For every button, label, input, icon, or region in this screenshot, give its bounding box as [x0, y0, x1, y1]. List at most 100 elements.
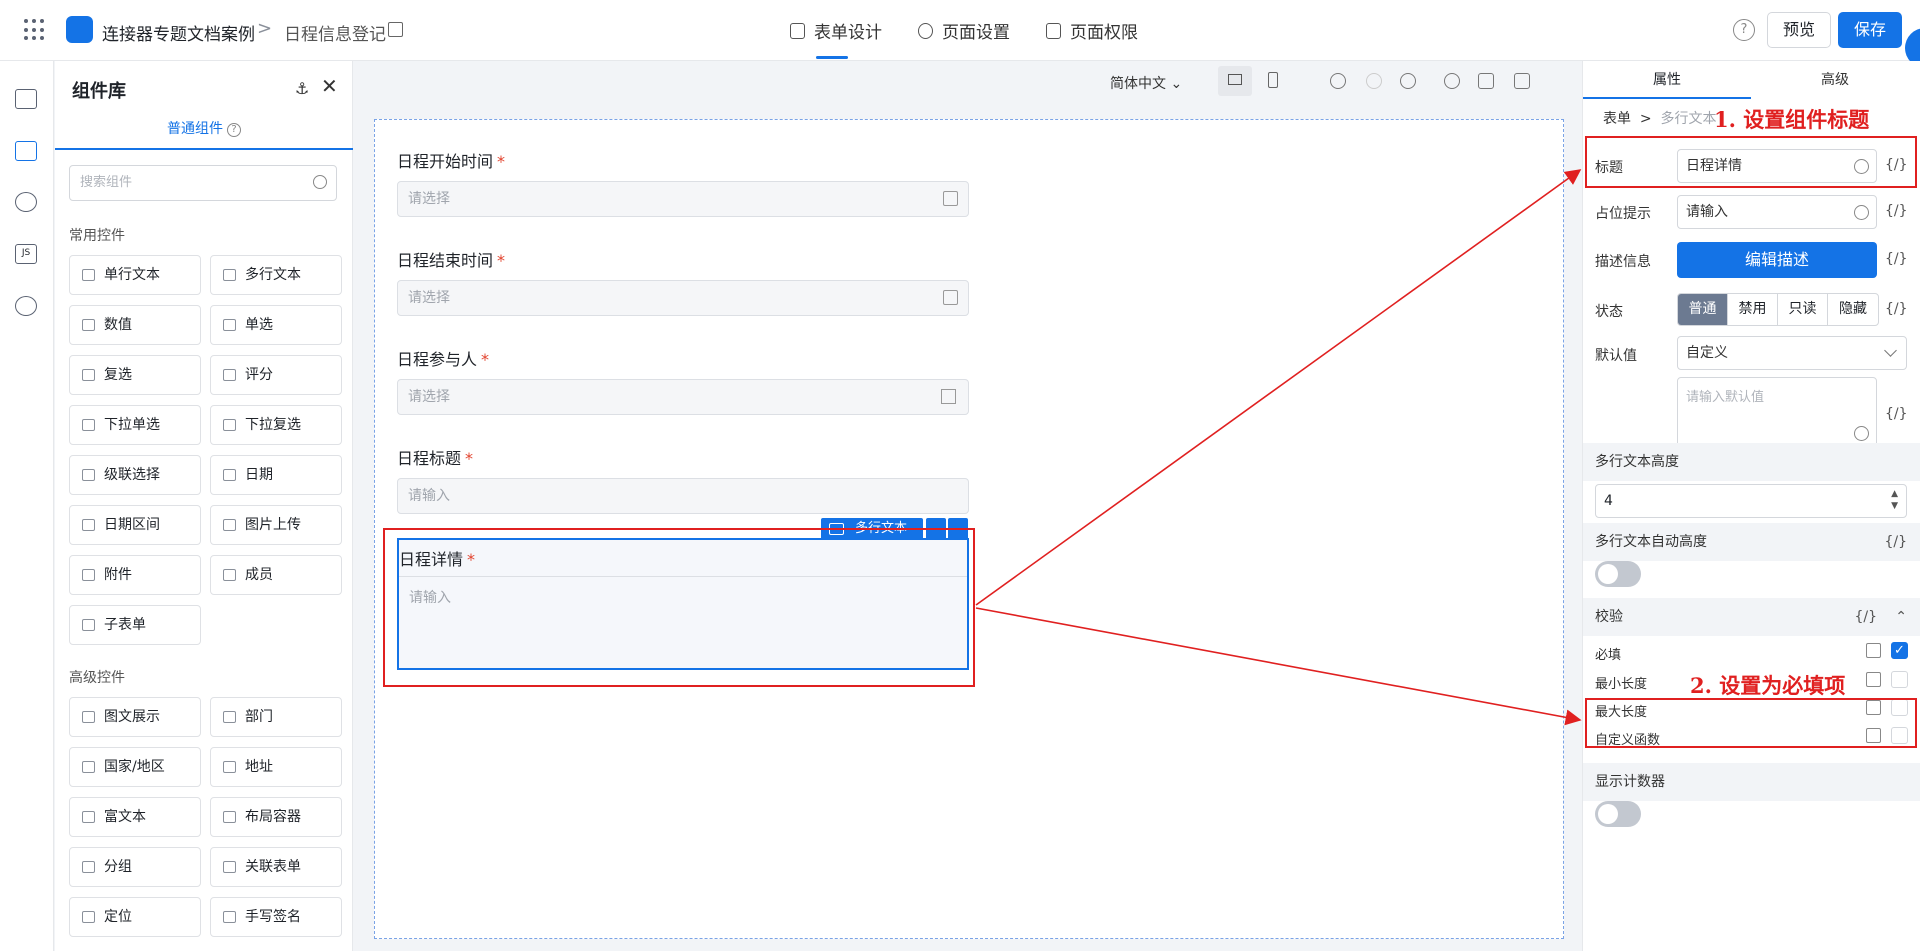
max-length-checkbox[interactable]	[1891, 699, 1908, 716]
globe-icon[interactable]	[15, 296, 37, 316]
component-item[interactable]: 单选	[210, 305, 342, 345]
outline-icon[interactable]	[15, 89, 37, 109]
min-length-checkbox[interactable]	[1891, 671, 1908, 688]
tab-common-components[interactable]: 普通组件?	[55, 118, 353, 150]
state-hidden[interactable]: 隐藏	[1828, 294, 1878, 325]
title-field[interactable]: 日程详情	[1677, 149, 1877, 183]
tab-properties[interactable]: 属性	[1583, 61, 1751, 99]
tab-page-permissions[interactable]: 页面权限	[1046, 0, 1138, 61]
app-name[interactable]: 连接器专题文档案例	[102, 20, 255, 45]
edit-description-button[interactable]: 编辑描述	[1677, 242, 1877, 278]
component-item[interactable]: 日期	[210, 455, 342, 495]
placeholder-field[interactable]: 请输入	[1677, 195, 1877, 229]
component-item[interactable]: 数值	[69, 305, 201, 345]
component-type-icon	[82, 861, 95, 873]
state-normal[interactable]: 普通	[1678, 294, 1728, 325]
custom-function-checkbox[interactable]	[1891, 727, 1908, 744]
mobile-view-button[interactable]	[1256, 66, 1290, 96]
component-item[interactable]: 多行文本	[210, 255, 342, 295]
component-item[interactable]: 国家/地区	[69, 747, 201, 787]
tab-advanced[interactable]: 高级	[1751, 61, 1919, 99]
variable-icon[interactable]: {/}	[1885, 406, 1908, 422]
counter-toggle[interactable]	[1595, 801, 1641, 827]
component-item[interactable]: 部门	[210, 697, 342, 737]
textarea-height-stepper[interactable]: 4 ▲ ▼	[1595, 484, 1907, 518]
variable-icon[interactable]: {/}	[1884, 523, 1907, 561]
component-item[interactable]: 成员	[210, 555, 342, 595]
state-readonly[interactable]: 只读	[1778, 294, 1828, 325]
js-icon[interactable]: JS	[15, 244, 37, 264]
component-item[interactable]: 下拉单选	[69, 405, 201, 445]
required-checkbox[interactable]: ✓	[1891, 642, 1908, 659]
stepper-arrows-icon[interactable]: ▲ ▼	[1891, 488, 1898, 512]
preview-button[interactable]: 预览	[1767, 12, 1831, 48]
variable-icon[interactable]: {/}	[1885, 157, 1908, 173]
component-item[interactable]: 子表单	[69, 605, 201, 645]
auto-height-toggle[interactable]	[1595, 561, 1641, 587]
edit-icon[interactable]	[1866, 728, 1881, 743]
component-item[interactable]: 图片上传	[210, 505, 342, 545]
redo-icon[interactable]	[1366, 73, 1382, 89]
component-item[interactable]: 级联选择	[69, 455, 201, 495]
default-mode-select[interactable]: 自定义	[1677, 336, 1907, 370]
component-search-input[interactable]: 搜索组件	[69, 165, 337, 201]
title-input[interactable]: 请输入	[397, 478, 969, 514]
variable-icon[interactable]: {/}	[1885, 203, 1908, 219]
selected-textarea-field[interactable]: 日程详情 * 请输入	[397, 538, 969, 670]
component-item[interactable]: 布局容器	[210, 797, 342, 837]
tab-form-design[interactable]: 表单设计	[790, 0, 882, 61]
default-value-textarea[interactable]: 请输入默认值	[1677, 377, 1877, 449]
end-time-input[interactable]: 请选择	[397, 280, 969, 316]
globe-icon[interactable]	[1854, 426, 1869, 441]
undo-icon[interactable]	[1330, 73, 1346, 89]
language-select[interactable]: 简体中文 ⌄	[1110, 73, 1182, 93]
component-item[interactable]: 分组	[69, 847, 201, 887]
history-icon[interactable]	[1400, 73, 1416, 89]
component-item[interactable]: 下拉复选	[210, 405, 342, 445]
delete-component-icon[interactable]	[948, 518, 968, 540]
component-item[interactable]: 关联表单	[210, 847, 342, 887]
participants-input[interactable]: 请选择	[397, 379, 969, 415]
form-canvas[interactable]: 日程开始时间 * 请选择 日程结束时间 * 请选择 日程参与人 * 请选择 日程标题 *…	[374, 119, 1564, 939]
edit-icon[interactable]	[1866, 643, 1881, 658]
details-textarea[interactable]: 请输入	[399, 576, 967, 668]
component-item[interactable]: 评分	[210, 355, 342, 395]
selected-component-badge[interactable]: 多行文本	[821, 518, 923, 540]
component-item[interactable]: 附件	[69, 555, 201, 595]
chevron-up-icon[interactable]: ⌃	[1895, 598, 1907, 636]
pin-icon[interactable]: ⚓	[295, 79, 309, 98]
component-item[interactable]: 复选	[69, 355, 201, 395]
close-icon[interactable]: ✕	[321, 74, 338, 98]
globe-icon[interactable]	[1854, 205, 1869, 220]
edit-icon[interactable]	[1866, 672, 1881, 687]
component-item[interactable]: 地址	[210, 747, 342, 787]
state-disabled[interactable]: 禁用	[1728, 294, 1778, 325]
help-icon[interactable]: ?	[1733, 19, 1755, 41]
components-icon[interactable]	[15, 141, 37, 161]
search-icon[interactable]	[1444, 73, 1460, 89]
top-tabs: 表单设计 页面设置 页面权限	[790, 0, 1174, 61]
save-button[interactable]: 保存	[1838, 12, 1902, 48]
page-settings-icon[interactable]	[1514, 73, 1530, 89]
variable-icon[interactable]: {/}	[1885, 301, 1908, 317]
component-item[interactable]: 图文展示	[69, 697, 201, 737]
globe-icon[interactable]	[1854, 159, 1869, 174]
keyboard-icon[interactable]	[1478, 73, 1494, 89]
component-item[interactable]: 单行文本	[69, 255, 201, 295]
member-picker-icon[interactable]	[941, 389, 956, 404]
edit-icon[interactable]	[1866, 700, 1881, 715]
variable-icon[interactable]: {/}	[1854, 598, 1877, 636]
component-item[interactable]: 富文本	[69, 797, 201, 837]
desktop-view-button[interactable]	[1218, 66, 1252, 96]
copy-component-icon[interactable]	[926, 518, 946, 540]
edit-icon[interactable]	[388, 22, 403, 37]
component-item[interactable]: 日期区间	[69, 505, 201, 545]
help-icon[interactable]: ?	[227, 123, 241, 137]
component-item[interactable]: 手写签名	[210, 897, 342, 937]
variable-icon[interactable]: {/}	[1885, 251, 1908, 267]
component-item[interactable]: 定位	[69, 897, 201, 937]
data-source-icon[interactable]	[15, 192, 37, 212]
apps-grid-icon[interactable]	[24, 19, 46, 41]
start-time-input[interactable]: 请选择	[397, 181, 969, 217]
tab-page-settings[interactable]: 页面设置	[918, 0, 1010, 61]
